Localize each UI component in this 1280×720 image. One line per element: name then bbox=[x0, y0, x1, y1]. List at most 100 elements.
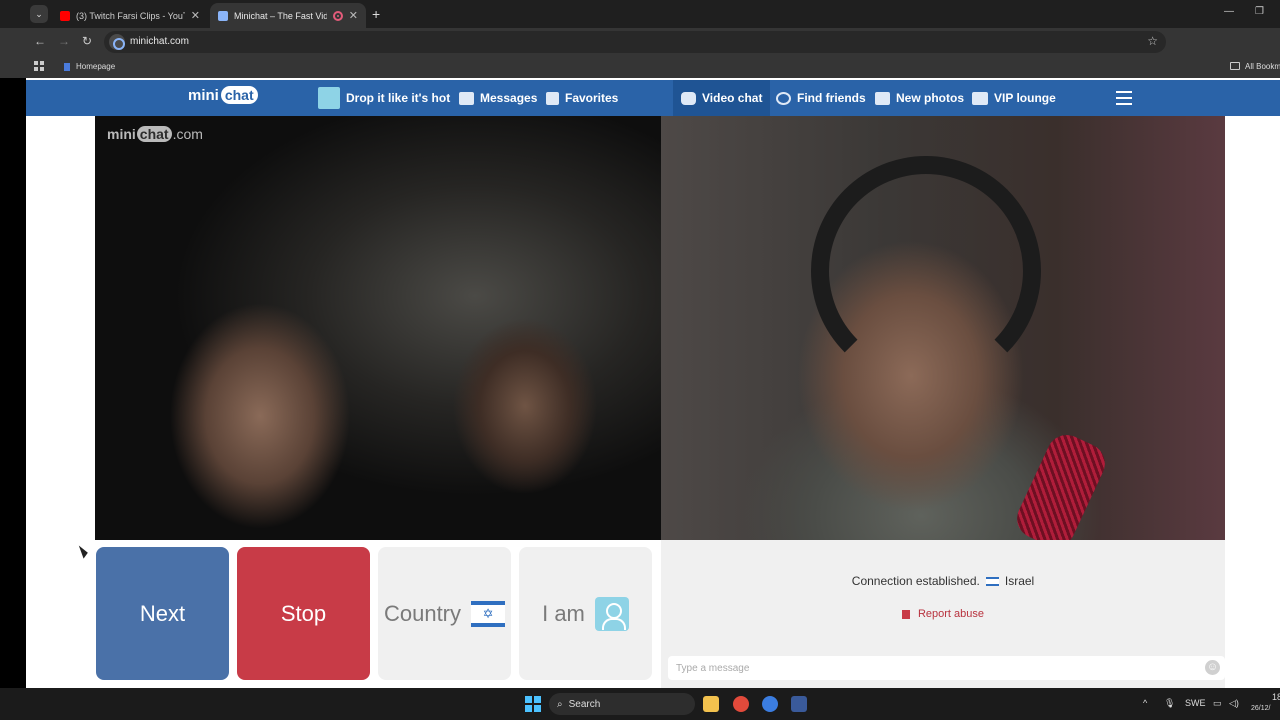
bookmark-label: Homepage bbox=[76, 62, 116, 71]
tab-youtube[interactable]: (3) Twitch Farsi Clips - YouTube ✕ bbox=[52, 3, 208, 28]
web-page: mini chat Drop it like it's hot Messages… bbox=[26, 78, 1280, 688]
watermark-mini: mini bbox=[107, 126, 136, 142]
report-abuse-link[interactable]: Report abuse bbox=[661, 608, 1225, 620]
file-explorer-icon[interactable] bbox=[703, 696, 719, 712]
apps-grid-icon[interactable] bbox=[34, 61, 44, 71]
nav-label: VIP lounge bbox=[994, 91, 1056, 105]
nav-label: Drop it like it's hot bbox=[346, 91, 451, 105]
search-label: Search bbox=[568, 698, 601, 710]
status-text: Connection established. bbox=[851, 574, 980, 588]
video-camera-icon bbox=[681, 91, 696, 105]
search-icon bbox=[776, 91, 791, 105]
browser-tab-bar: ⌄ (3) Twitch Farsi Clips - YouTube ✕ Min… bbox=[0, 0, 1280, 28]
youtube-icon bbox=[60, 10, 70, 21]
tab-title: (3) Twitch Farsi Clips - YouTube bbox=[76, 10, 185, 21]
chat-panel: Connection established. Israel Report ab… bbox=[661, 540, 1225, 688]
arrow-right-icon[interactable]: → bbox=[58, 34, 70, 48]
connection-status: Connection established. Israel bbox=[661, 574, 1225, 588]
bookmark-icon bbox=[546, 91, 559, 105]
tab-minichat[interactable]: Minichat – The Fast Video C ✕ bbox=[210, 3, 366, 28]
microphone-shape bbox=[1010, 428, 1112, 540]
chevron-up-icon[interactable]: ^ bbox=[1143, 698, 1147, 708]
logo-chat: chat bbox=[220, 86, 258, 104]
male-avatar-icon bbox=[594, 596, 629, 631]
chevron-down-icon[interactable]: ⌄ bbox=[30, 5, 48, 23]
bookmark-icon bbox=[64, 62, 70, 71]
star-icon[interactable]: ☆ bbox=[1147, 34, 1158, 48]
maximize-icon[interactable]: ❐ bbox=[1255, 6, 1264, 17]
nav-favorites[interactable]: Favorites bbox=[546, 80, 618, 116]
minichat-watermark: mini chat .com bbox=[107, 126, 203, 142]
logo-mini: mini bbox=[188, 86, 219, 104]
language-indicator[interactable]: SWE bbox=[1185, 698, 1206, 708]
address-bar-row: ← → ↻ minichat.com ☆ bbox=[0, 28, 1280, 76]
minimize-icon[interactable]: — bbox=[1224, 6, 1234, 17]
headset-shape bbox=[811, 156, 1041, 386]
chrome-icon[interactable] bbox=[733, 696, 749, 712]
clock-time[interactable]: 18 bbox=[1272, 692, 1280, 702]
windows-start-icon[interactable] bbox=[525, 696, 541, 712]
menu-icon[interactable] bbox=[1116, 91, 1132, 109]
bookmark-label: All Bookm bbox=[1245, 62, 1280, 71]
folder-icon bbox=[1230, 62, 1240, 70]
nav-label: Messages bbox=[480, 91, 538, 105]
plus-icon[interactable]: + bbox=[372, 6, 380, 22]
bookmark-homepage[interactable]: Homepage bbox=[64, 62, 115, 71]
partner-country: Israel bbox=[1004, 574, 1035, 588]
smiley-icon[interactable]: ☺ bbox=[1205, 660, 1220, 675]
arrow-left-icon[interactable]: ← bbox=[34, 34, 46, 48]
report-label: Report abuse bbox=[917, 608, 985, 620]
recording-icon bbox=[332, 10, 343, 21]
nav-new-photos[interactable]: New photos bbox=[875, 80, 964, 116]
close-icon[interactable]: ✕ bbox=[349, 9, 358, 22]
avatar-icon bbox=[318, 87, 340, 109]
country-button[interactable]: Country bbox=[378, 547, 511, 680]
nav-messages[interactable]: Messages bbox=[459, 80, 537, 116]
volume-icon[interactable]: ◁) bbox=[1229, 698, 1239, 709]
message-input[interactable] bbox=[668, 656, 1225, 680]
nav-label: Favorites bbox=[565, 91, 619, 105]
gender-button[interactable]: I am bbox=[519, 547, 652, 680]
nav-video-chat[interactable]: Video chat bbox=[673, 80, 771, 116]
stop-button[interactable]: Stop bbox=[237, 547, 370, 680]
tab-title: Minichat – The Fast Video C bbox=[234, 10, 327, 21]
microphone-icon[interactable]: 🎙 bbox=[1164, 698, 1175, 709]
close-icon[interactable]: ✕ bbox=[191, 9, 200, 22]
app-icon[interactable] bbox=[791, 696, 807, 712]
nav-find-friends[interactable]: Find friends bbox=[776, 80, 866, 116]
message-box: ☺ bbox=[668, 656, 1225, 680]
flag-icon bbox=[901, 609, 910, 619]
network-icon[interactable]: ▭ bbox=[1213, 698, 1222, 709]
address-bar[interactable]: minichat.com ☆ bbox=[104, 31, 1166, 53]
site-info-icon[interactable] bbox=[109, 34, 125, 50]
clock-date[interactable]: 26/12/ bbox=[1251, 705, 1270, 712]
nav-drop-it[interactable]: Drop it like it's hot bbox=[318, 80, 450, 116]
nav-label: Find friends bbox=[797, 91, 866, 105]
israel-flag-icon bbox=[985, 576, 999, 586]
url-text[interactable]: minichat.com bbox=[130, 36, 189, 47]
watermark-chat: chat bbox=[136, 126, 172, 142]
taskbar-search[interactable]: ⌕ Search bbox=[549, 693, 695, 715]
bookmarks-bar: Homepage All Bookm bbox=[0, 56, 1280, 78]
crown-icon bbox=[972, 91, 988, 105]
self-video bbox=[661, 116, 1225, 540]
search-icon: ⌕ bbox=[557, 698, 563, 710]
minichat-icon bbox=[218, 10, 228, 21]
minichat-logo[interactable]: mini chat bbox=[188, 86, 258, 104]
watermark-domain: .com bbox=[172, 126, 203, 142]
iam-label: I am bbox=[542, 600, 585, 626]
reload-icon[interactable]: ↻ bbox=[82, 34, 92, 48]
nav-label: New photos bbox=[896, 91, 964, 105]
photo-grid-icon bbox=[875, 91, 890, 105]
nav-label: Video chat bbox=[702, 91, 763, 105]
stop-label: Stop bbox=[280, 600, 327, 626]
israel-flag-icon bbox=[471, 600, 506, 627]
taskbar: ⌕ Search ^ 🎙 SWE ▭ ◁) 18 26/12/ bbox=[0, 688, 1280, 720]
next-label: Next bbox=[139, 600, 186, 626]
all-bookmarks[interactable]: All Bookm bbox=[1230, 62, 1280, 71]
envelope-icon bbox=[459, 91, 474, 105]
nav-vip-lounge[interactable]: VIP lounge bbox=[972, 80, 1056, 116]
app-icon[interactable] bbox=[762, 696, 778, 712]
next-button[interactable]: Next bbox=[96, 547, 229, 680]
country-label: Country bbox=[383, 600, 462, 626]
